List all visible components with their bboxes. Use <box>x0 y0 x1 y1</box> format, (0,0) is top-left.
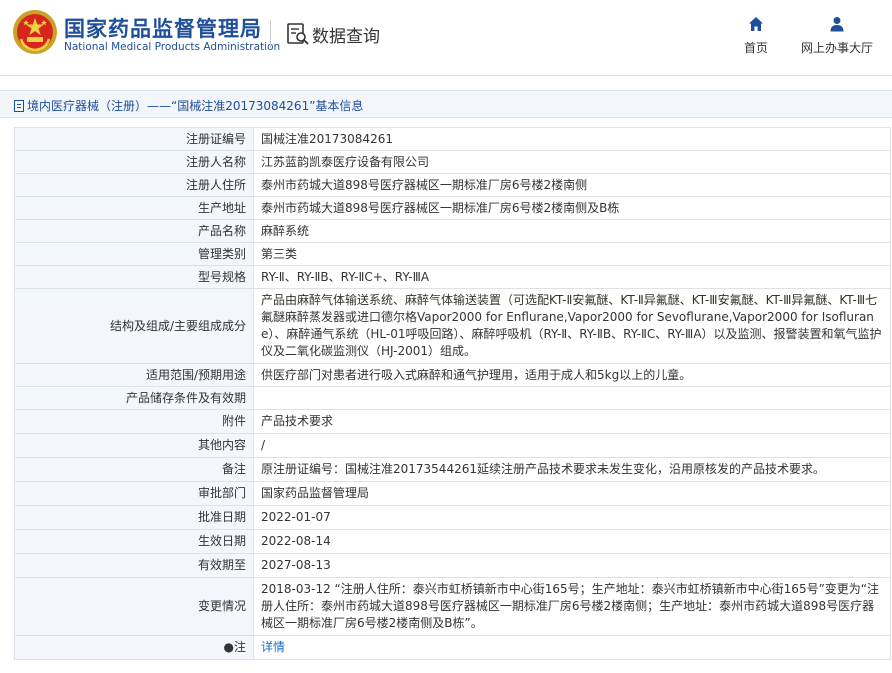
table-row: 有效期至 2027-08-13 <box>14 553 891 578</box>
table-row: 型号规格 RY-Ⅱ、RY-ⅡB、RY-ⅡC+、RY-ⅢA <box>14 265 891 289</box>
nav-online-service-label: 网上办事大厅 <box>800 41 873 55</box>
field-label: 注册人住所 <box>14 173 254 197</box>
field-label: 生产地址 <box>14 196 254 220</box>
device-info-table: 注册证编号 国械注准20173084261 注册人名称 江苏蓝韵凯泰医疗设备有限公司… <box>14 127 891 660</box>
field-value: 2018-03-12 “注册人住所：泰兴市虹桥镇新市中心街165号；生产地址：泰… <box>253 577 891 636</box>
field-value: 产品技术要求 <box>253 409 891 434</box>
field-label: 适用范围/预期用途 <box>14 363 254 387</box>
breadcrumb-text: 境内医疗器械（注册）——“国械注准20173084261”基本信息 <box>27 99 364 113</box>
site-title-english: National Medical Products Administration <box>64 41 281 53</box>
details-link[interactable]: 详情 <box>261 640 285 654</box>
header-divider <box>270 20 271 48</box>
breadcrumb: 境内医疗器械（注册）——“国械注准20173084261”基本信息 <box>14 97 363 114</box>
table-row: 批准日期 2022-01-07 <box>14 505 891 530</box>
site-title: 国家药品监督管理局 <box>64 17 262 41</box>
table-row: 生效日期 2022-08-14 <box>14 529 891 554</box>
field-label: 产品名称 <box>14 219 254 243</box>
field-label: ●注 <box>14 635 254 660</box>
table-row: 其他内容 / <box>14 433 891 458</box>
table-row: 附件 产品技术要求 <box>14 409 891 434</box>
field-value <box>253 386 891 410</box>
field-label: 批准日期 <box>14 505 254 530</box>
field-value: 产品由麻醉气体输送系统、麻醉气体输送装置（可选配KT-Ⅱ安氟醚、KT-Ⅱ异氟醚、… <box>253 288 891 364</box>
table-row: ●注 详情 <box>14 635 891 660</box>
field-value: 供医疗部门对患者进行吸入式麻醉和通气护理用，适用于成人和5kg以上的儿童。 <box>253 363 891 387</box>
field-label: 备注 <box>14 457 254 482</box>
field-value: 详情 <box>253 635 891 660</box>
field-label: 管理类别 <box>14 242 254 266</box>
table-row: 备注 原注册证编号：国械注准20173544261延续注册产品技术要求未发生变化，… <box>14 457 891 482</box>
site-header: 国家药品监督管理局 National Medical Products Admi… <box>0 0 892 76</box>
field-value: 江苏蓝韵凯泰医疗设备有限公司 <box>253 150 891 174</box>
table-row: 结构及组成/主要组成成分 产品由麻醉气体输送系统、麻醉气体输送装置（可选配KT-Ⅱ… <box>14 288 891 364</box>
field-value: 2027-08-13 <box>253 553 891 578</box>
table-row: 审批部门 国家药品监督管理局 <box>14 481 891 506</box>
field-label: 型号规格 <box>14 265 254 289</box>
field-label: 审批部门 <box>14 481 254 506</box>
table-row: 管理类别 第三类 <box>14 242 891 266</box>
field-label: 附件 <box>14 409 254 434</box>
national-emblem-icon <box>13 10 57 54</box>
table-row: 注册证编号 国械注准20173084261 <box>14 127 891 151</box>
field-value: 麻醉系统 <box>253 219 891 243</box>
table-row: 变更情况 2018-03-12 “注册人住所：泰兴市虹桥镇新市中心街165号；生产… <box>14 577 891 636</box>
field-value: 国械注准20173084261 <box>253 127 891 151</box>
field-label: 注册证编号 <box>14 127 254 151</box>
field-label: 变更情况 <box>14 577 254 636</box>
table-row: 适用范围/预期用途 供医疗部门对患者进行吸入式麻醉和通气护理用，适用于成人和5kg… <box>14 363 891 387</box>
data-query-title: 数据查询 <box>312 27 380 47</box>
nav-home[interactable]: 首页 <box>736 16 776 56</box>
table-row: 注册人住所 泰州市药城大道898号医疗器械区一期标准厂房6号楼2楼南侧 <box>14 173 891 197</box>
field-label: 结构及组成/主要组成成分 <box>14 288 254 364</box>
field-label: 产品储存条件及有效期 <box>14 386 254 410</box>
field-value: 泰州市药城大道898号医疗器械区一期标准厂房6号楼2楼南侧 <box>253 173 891 197</box>
field-label: 其他内容 <box>14 433 254 458</box>
document-search-icon <box>287 23 309 45</box>
field-label: 生效日期 <box>14 529 254 554</box>
field-value: 原注册证编号：国械注准20173544261延续注册产品技术要求未发生变化，沿用… <box>253 457 891 482</box>
table-row: 产品储存条件及有效期 <box>14 386 891 410</box>
table-row: 生产地址 泰州市药城大道898号医疗器械区一期标准厂房6号楼2楼南侧及B栋 <box>14 196 891 220</box>
field-value: 国家药品监督管理局 <box>253 481 891 506</box>
field-value: 2022-01-07 <box>253 505 891 530</box>
table-row: 注册人名称 江苏蓝韵凯泰医疗设备有限公司 <box>14 150 891 174</box>
field-value: 第三类 <box>253 242 891 266</box>
user-icon <box>830 17 844 32</box>
field-value: 2022-08-14 <box>253 529 891 554</box>
table-row: 产品名称 麻醉系统 <box>14 219 891 243</box>
nav-home-label: 首页 <box>743 41 768 55</box>
field-value: / <box>253 433 891 458</box>
breadcrumb-bar: 境内医疗器械（注册）——“国械注准20173084261”基本信息 <box>0 90 892 118</box>
document-icon <box>14 100 24 112</box>
field-label: 注册人名称 <box>14 150 254 174</box>
field-value: RY-Ⅱ、RY-ⅡB、RY-ⅡC+、RY-ⅢA <box>253 265 891 289</box>
field-value: 泰州市药城大道898号医疗器械区一期标准厂房6号楼2楼南侧及B栋 <box>253 196 891 220</box>
field-label: 有效期至 <box>14 553 254 578</box>
nav-online-service[interactable]: 网上办事大厅 <box>796 16 878 56</box>
home-icon <box>749 17 763 31</box>
